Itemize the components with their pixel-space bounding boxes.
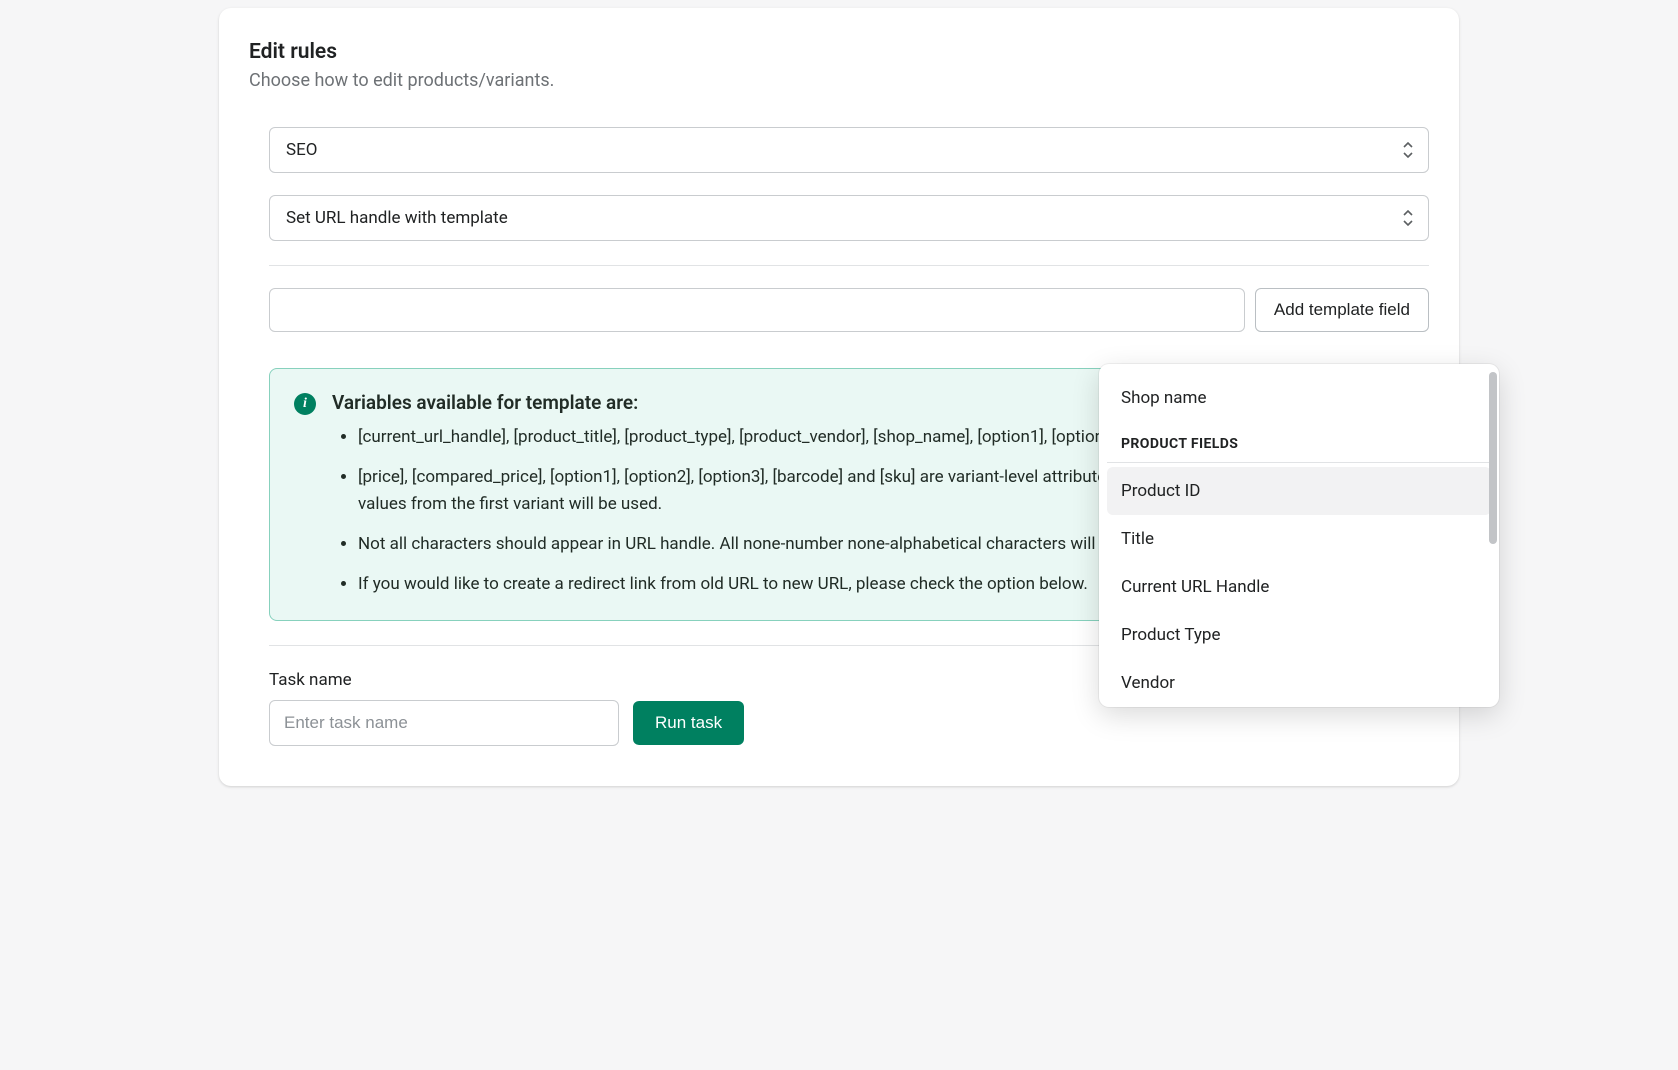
dropdown-section-header: PRODUCT FIELDS <box>1107 422 1491 463</box>
category-select-row: SEO <box>269 127 1429 173</box>
dropdown-item-title[interactable]: Title <box>1107 515 1491 563</box>
dropdown-item-vendor[interactable]: Vendor <box>1107 659 1491 707</box>
card-title: Edit rules <box>249 40 1429 64</box>
dropdown-scrollbar[interactable] <box>1489 372 1497 544</box>
add-template-field-button[interactable]: Add template field <box>1255 288 1429 332</box>
divider <box>269 265 1429 266</box>
template-input[interactable] <box>269 288 1245 332</box>
action-select-row: Set URL handle with template <box>269 195 1429 241</box>
card-subtitle: Choose how to edit products/variants. <box>249 70 1429 91</box>
dropdown-item-product-id[interactable]: Product ID <box>1107 467 1491 515</box>
dropdown-item-product-type[interactable]: Product Type <box>1107 611 1491 659</box>
dropdown-item-current-url-handle[interactable]: Current URL Handle <box>1107 563 1491 611</box>
edit-rules-card: Edit rules Choose how to edit products/v… <box>219 8 1459 786</box>
run-task-button[interactable]: Run task <box>633 701 744 745</box>
category-select[interactable]: SEO <box>269 127 1429 173</box>
dropdown-item-shop-name[interactable]: Shop name <box>1107 374 1491 422</box>
task-name-input[interactable] <box>269 700 619 746</box>
info-icon: i <box>294 393 316 415</box>
template-row: Add template field <box>269 288 1429 332</box>
action-select[interactable]: Set URL handle with template <box>269 195 1429 241</box>
template-field-dropdown: Shop name PRODUCT FIELDS Product ID Titl… <box>1099 364 1499 707</box>
